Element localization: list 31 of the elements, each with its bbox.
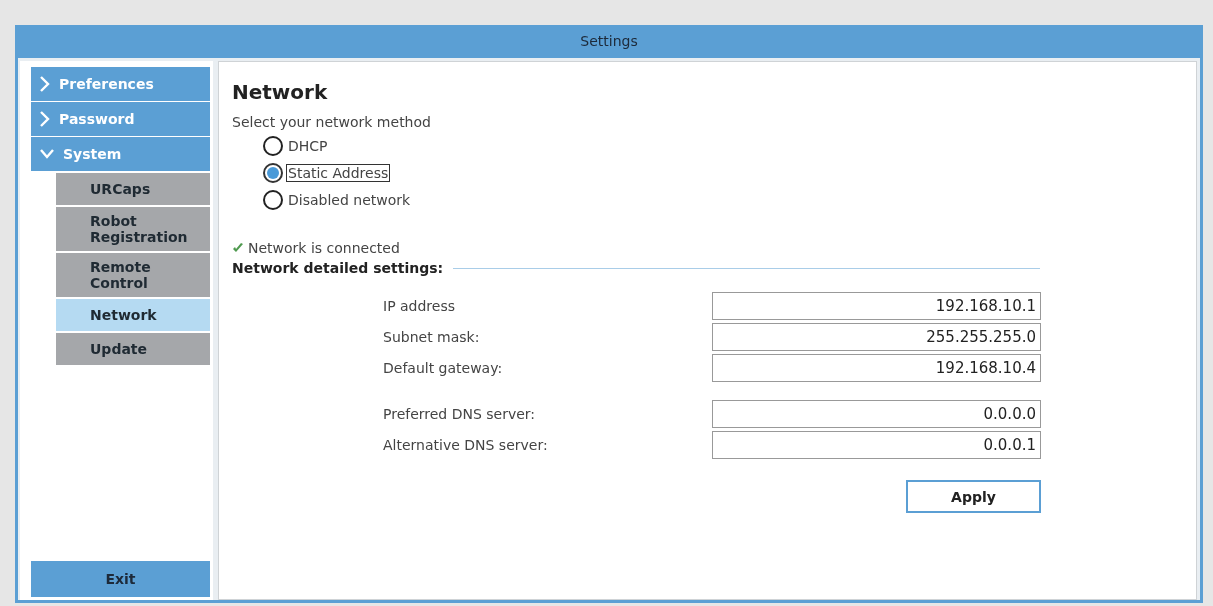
radio-label[interactable]: Disabled network bbox=[286, 191, 413, 209]
radio-button[interactable] bbox=[263, 136, 283, 156]
sidebar-subitem[interactable]: Remote Control bbox=[56, 253, 210, 297]
page-heading: Network bbox=[232, 80, 329, 104]
chevron-right-icon bbox=[39, 75, 51, 93]
input-field[interactable]: 192.168.10.4 bbox=[712, 354, 1041, 382]
apply-button[interactable]: Apply bbox=[906, 480, 1041, 513]
sidebar-subitem[interactable]: Update bbox=[56, 333, 210, 365]
window-title: Settings bbox=[579, 32, 639, 51]
input-field[interactable]: 255.255.255.0 bbox=[712, 323, 1041, 351]
section-title: Network detailed settings: bbox=[232, 260, 444, 276]
field-label: Preferred DNS server: bbox=[382, 406, 537, 422]
chevron-down-icon bbox=[39, 148, 55, 160]
chevron-right-icon bbox=[39, 110, 51, 128]
radio-button[interactable] bbox=[263, 190, 283, 210]
sidebar-subitem[interactable]: Network bbox=[56, 299, 210, 331]
input-field[interactable]: 0.0.0.1 bbox=[712, 431, 1041, 459]
radio-label[interactable]: DHCP bbox=[286, 137, 330, 155]
status-text: Network is connected bbox=[248, 240, 400, 256]
field-label: Alternative DNS server: bbox=[382, 437, 549, 453]
field-label: IP address bbox=[382, 298, 457, 314]
input-field[interactable]: 0.0.0.0 bbox=[712, 400, 1041, 428]
radio-button[interactable] bbox=[263, 163, 283, 183]
radio-label[interactable]: Static Address bbox=[286, 164, 391, 182]
exit-button[interactable]: Exit bbox=[31, 561, 210, 597]
field-label: Subnet mask: bbox=[382, 329, 481, 345]
field-label: Default gateway: bbox=[382, 360, 504, 376]
sidebar-subitem[interactable]: Robot Registration bbox=[56, 207, 210, 251]
sidebar-subitem[interactable]: URCaps bbox=[56, 173, 210, 205]
prompt-text: Select your network method bbox=[232, 114, 432, 130]
input-field[interactable]: 192.168.10.1 bbox=[712, 292, 1041, 320]
